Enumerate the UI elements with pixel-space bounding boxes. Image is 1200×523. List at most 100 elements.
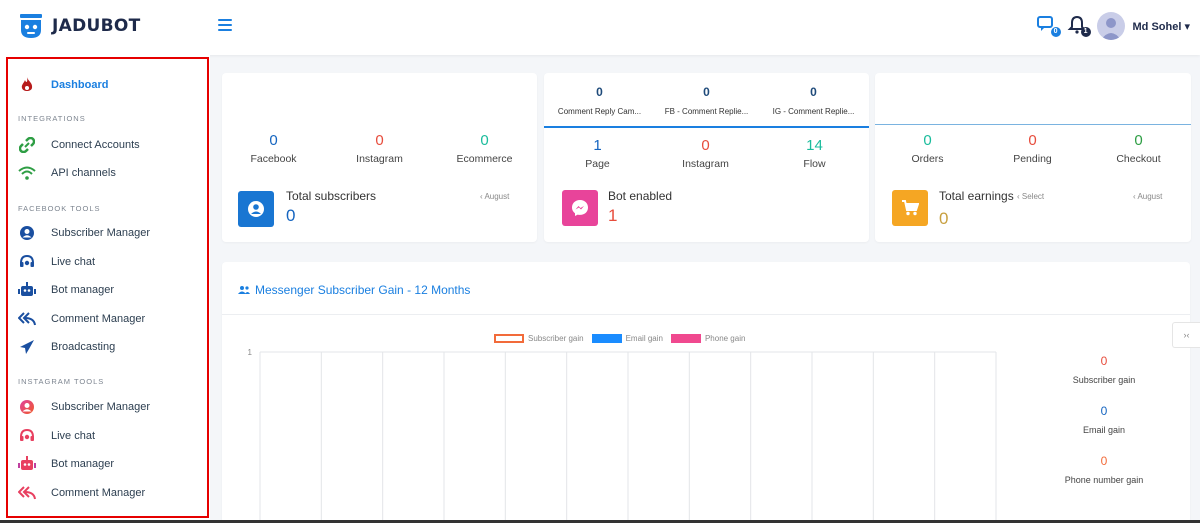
side-stat-subscriber-gain: 0 Subscriber gain bbox=[1054, 354, 1154, 385]
shopping-cart-icon bbox=[902, 200, 919, 216]
sidebar-item-label: Broadcasting bbox=[51, 341, 116, 353]
bell-icon[interactable]: 1 bbox=[1067, 15, 1091, 37]
fire-icon bbox=[18, 76, 36, 94]
stat-value: 0 bbox=[703, 85, 710, 99]
stat-value: 0 bbox=[923, 132, 932, 149]
total-earnings-value: 0 bbox=[939, 209, 949, 228]
y-tick-label: 1 bbox=[248, 348, 253, 357]
stat-value: 14 bbox=[806, 137, 823, 154]
stat-comment-reply-campaign: 0 Comment Reply Cam... bbox=[548, 85, 651, 116]
stat-value: 0 bbox=[596, 85, 603, 99]
stat-facebook: 0 Facebook bbox=[236, 132, 311, 165]
bot-enabled-icon-box bbox=[562, 190, 598, 226]
sidebar-item-fb-bot-manager[interactable]: Bot manager bbox=[18, 279, 198, 301]
stat-orders: 0 Orders bbox=[890, 132, 965, 165]
stat-label: Page bbox=[585, 158, 610, 170]
chevron-down-icon: ▾ bbox=[1184, 20, 1190, 33]
notifications-badge: 1 bbox=[1080, 27, 1091, 37]
headset-icon bbox=[18, 427, 36, 445]
earnings-card: 0 Orders 0 Pending 0 Checkout Total earn… bbox=[875, 73, 1191, 242]
section-facebook-tools: FACEBOOK TOOLS bbox=[18, 204, 101, 213]
subscribers-icon-box bbox=[238, 191, 274, 227]
sidebar-item-fb-subscriber-manager[interactable]: Subscriber Manager bbox=[18, 222, 198, 244]
stat-pending: 0 Pending bbox=[995, 132, 1070, 165]
period-selector[interactable]: ‹ August bbox=[1133, 192, 1162, 201]
currency-select[interactable]: ‹ Select bbox=[1017, 192, 1044, 201]
sidebar-item-label: API channels bbox=[51, 167, 116, 179]
stat-label: Pending bbox=[1013, 153, 1052, 165]
avatar[interactable] bbox=[1096, 12, 1125, 40]
stat-label: Instagram bbox=[356, 153, 403, 165]
sidebar-item-fb-live-chat[interactable]: Live chat bbox=[18, 251, 198, 273]
reply-all-icon bbox=[18, 484, 36, 502]
bots-card: 0 Comment Reply Cam... 0 FB - Comment Re… bbox=[544, 73, 869, 242]
user-circle-icon bbox=[248, 201, 264, 217]
sidebar-item-broadcasting[interactable]: Broadcasting bbox=[18, 336, 198, 358]
wifi-icon bbox=[18, 164, 36, 182]
section-instagram-tools: INSTAGRAM TOOLS bbox=[18, 377, 105, 386]
stat-value: 0 bbox=[269, 132, 278, 149]
robot-icon bbox=[18, 281, 36, 299]
user-menu[interactable]: Md Sohel ▾ bbox=[1133, 20, 1190, 33]
sidebar-item-label: Bot manager bbox=[51, 284, 114, 296]
sidebar-item-label: Dashboard bbox=[51, 79, 109, 91]
earnings-icon-box bbox=[892, 190, 928, 226]
stat-label: IG - Comment Replie... bbox=[772, 107, 855, 116]
sidebar-item-label: Subscriber Manager bbox=[51, 401, 151, 413]
stat-ecommerce: 0 Ecommerce bbox=[447, 132, 522, 165]
messages-icon[interactable]: 0 bbox=[1036, 15, 1061, 37]
messenger-icon bbox=[572, 200, 588, 216]
reply-all-icon bbox=[18, 310, 36, 328]
stat-fb-comment-replies: 0 FB - Comment Replie... bbox=[655, 85, 758, 116]
stat-label: Checkout bbox=[1116, 153, 1161, 165]
sidebar-item-ig-bot-manager[interactable]: Bot manager bbox=[18, 453, 198, 475]
stat-label: Phone number gain bbox=[1064, 475, 1144, 485]
brand-name: JADUBOT bbox=[52, 16, 141, 36]
subscriber-gain-chart: 1 bbox=[248, 348, 997, 523]
stat-label: Email gain bbox=[1082, 425, 1126, 435]
stat-page: 1 Page bbox=[560, 137, 635, 170]
chart-title: Messenger Subscriber Gain - 12 Months bbox=[238, 283, 470, 297]
stat-value: 0 bbox=[1100, 404, 1108, 418]
sidebar-item-ig-comment-manager[interactable]: Comment Manager bbox=[18, 482, 198, 504]
stat-label: FB - Comment Replie... bbox=[664, 107, 749, 116]
sidebar-item-ig-live-chat[interactable]: Live chat bbox=[18, 425, 198, 447]
sidebar-item-label: Live chat bbox=[51, 256, 96, 268]
period-selector[interactable]: ‹ August bbox=[480, 192, 509, 201]
section-integrations: INTEGRATIONS bbox=[18, 114, 86, 123]
sidebar-item-ig-subscriber-manager[interactable]: Subscriber Manager bbox=[18, 396, 198, 418]
link-icon bbox=[18, 136, 36, 154]
user-circle-icon bbox=[18, 224, 36, 242]
sidebar-item-dashboard[interactable]: Dashboard bbox=[18, 74, 198, 96]
stat-value: 1 bbox=[593, 137, 602, 154]
card-divider bbox=[544, 126, 869, 128]
sidebar-item-connect-accounts[interactable]: Connect Accounts bbox=[18, 134, 198, 156]
stat-value: 0 bbox=[1028, 132, 1037, 149]
sidebar-item-api-channels[interactable]: API channels bbox=[18, 162, 198, 184]
top-navbar: JADUBOT 0 1 Md Sohel ▾ bbox=[0, 0, 1200, 55]
side-stat-email-gain: 0 Email gain bbox=[1054, 404, 1154, 435]
card-divider bbox=[875, 124, 1191, 125]
stat-instagram-bots: 0 Instagram bbox=[668, 137, 743, 170]
total-subscribers-title: Total subscribers bbox=[286, 189, 377, 203]
user-circle-icon bbox=[18, 398, 36, 416]
subscribers-card: 0 Facebook 0 Instagram 0 Ecommerce Total… bbox=[222, 73, 537, 242]
sidebar-item-fb-comment-manager[interactable]: Comment Manager bbox=[18, 308, 198, 330]
menu-toggle-icon[interactable] bbox=[218, 19, 232, 31]
bot-enabled-value: 1 bbox=[608, 206, 618, 225]
robot-logo-icon bbox=[18, 12, 44, 40]
stat-label: Instagram bbox=[682, 158, 729, 170]
sidebar-item-label: Live chat bbox=[51, 430, 96, 442]
users-icon bbox=[238, 286, 250, 294]
stat-label: Orders bbox=[911, 153, 944, 165]
sidebar-item-label: Comment Manager bbox=[51, 487, 146, 499]
stat-value: 0 bbox=[1100, 354, 1108, 368]
stat-instagram: 0 Instagram bbox=[342, 132, 417, 165]
stat-value: 0 bbox=[810, 85, 817, 99]
stat-value: 0 bbox=[375, 132, 384, 149]
total-earnings-title: Total earnings bbox=[939, 189, 1014, 203]
brand-logo[interactable]: JADUBOT bbox=[18, 12, 141, 40]
collapse-panel-button[interactable]: ›‹ bbox=[1172, 322, 1200, 348]
bot-enabled-title: Bot enabled bbox=[608, 189, 673, 203]
sidebar-item-label: Connect Accounts bbox=[51, 139, 140, 151]
